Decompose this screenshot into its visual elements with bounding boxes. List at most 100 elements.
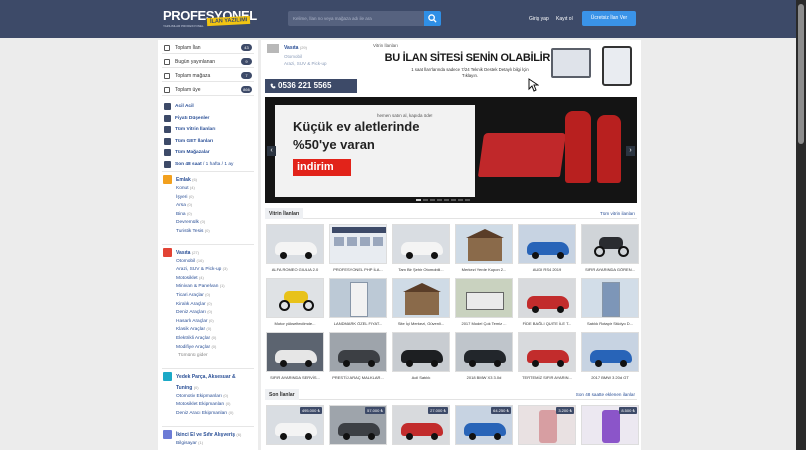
stat-row[interactable]: Toplam mağaza 7 <box>162 70 254 82</box>
listing-caption[interactable]: PROFESYONEL PHP İLA... <box>329 267 387 272</box>
scrollbar[interactable] <box>796 0 806 450</box>
category-header[interactable]: Yedek Parça, Aksesuar & <box>162 371 254 382</box>
listing-card[interactable]: LANDMARK ÖZEL FIYAT... <box>329 278 387 328</box>
all-showcase-link[interactable]: Tüm vitrin ilanları <box>600 211 635 216</box>
subcategory-link[interactable]: Konut (4) <box>176 185 195 191</box>
listing-thumb[interactable] <box>581 224 639 264</box>
listing-caption[interactable]: TERTEMİZ SIFIR AYARIN... <box>518 375 576 380</box>
listing-thumb[interactable] <box>581 332 639 372</box>
listing-thumb[interactable] <box>455 278 513 318</box>
quick-link[interactable]: Acil Acil <box>162 102 254 112</box>
search-button[interactable] <box>424 11 441 26</box>
ad-banner[interactable]: Vitrin İlanları BU İLAN SİTESİ SENİN OLA… <box>369 42 639 96</box>
listing-thumb[interactable] <box>329 332 387 372</box>
quick-link[interactable]: Son 48 saat / 1 hafta / 1 ay <box>162 160 254 170</box>
listing-card[interactable]: FİDE BAĞLI QUITE İLE T... <box>518 278 576 328</box>
listing-caption[interactable]: SIFIR AYARINDA SERVİS... <box>266 375 324 380</box>
promo-slider[interactable]: hemen satın al, kapıda öde! Küçük ev ale… <box>265 97 637 203</box>
listing-thumb[interactable] <box>581 278 639 318</box>
listing-thumb[interactable] <box>266 278 324 318</box>
listing-card[interactable]: ALFA ROMEO GIULIA 2.0 <box>266 224 324 274</box>
slider-prev-icon[interactable]: ‹ <box>267 146 276 156</box>
listing-card[interactable]: TERTEMİZ SIFIR AYARIN... <box>518 332 576 382</box>
subcategory-link[interactable]: Arsa (0) <box>176 202 192 208</box>
stat-row[interactable]: Toplam İlan 43 <box>162 42 254 54</box>
latest-listing-card[interactable]: 57.000 ₺ <box>329 405 387 450</box>
listing-thumb[interactable] <box>518 224 576 264</box>
latest-listing-card[interactable]: 8.500 ₺ <box>581 405 639 450</box>
listing-caption[interactable]: Acil Satılık <box>392 375 450 380</box>
subcategory-link[interactable]: Ticari Araçlar (0) <box>176 292 210 298</box>
listing-card[interactable]: Satılık Rotapir Stüdyo D... <box>581 278 639 328</box>
subcategory-link[interactable]: Kiralık Araçlar (0) <box>176 301 212 307</box>
subcategory-link[interactable]: Modifiye Araçlar (0) <box>176 344 216 350</box>
listing-caption[interactable]: SIFIR AYARINDA GÖREN... <box>581 267 639 272</box>
showcase-tab[interactable]: Vitrin İlanları <box>265 208 304 219</box>
category-header[interactable]: Vasıta (27) <box>162 247 254 258</box>
listing-card[interactable]: SIFIR AYARINDA SERVİS... <box>266 332 324 382</box>
register-link[interactable]: Kayıt ol <box>556 16 573 22</box>
listing-caption[interactable]: 2017 Model Çok Temiz ... <box>455 321 513 326</box>
latest-listing-card[interactable]: 27.000 ₺ <box>392 405 450 450</box>
listing-card[interactable]: PRESTİJ ARAÇ MALKLAR... <box>329 332 387 382</box>
slider-dots[interactable] <box>415 197 495 201</box>
listing-thumb[interactable] <box>329 278 387 318</box>
listing-caption[interactable]: Motor yükseltecilmde... <box>266 321 324 326</box>
listing-thumb[interactable] <box>392 332 450 372</box>
quick-link[interactable]: Tüm GET İlanları <box>162 137 254 147</box>
category-header-cont[interactable]: Tuning (0) <box>162 382 254 393</box>
listing-card[interactable]: Site İçi Merkezi, Güvenli... <box>392 278 450 328</box>
category-header[interactable]: İkinci El ve Sıfır Alışveriş (6) <box>162 429 254 440</box>
listing-card[interactable]: 2017 Model Çok Temiz ... <box>455 278 513 328</box>
latest-tab[interactable]: Son İlanlar <box>265 389 299 400</box>
listing-title[interactable]: Vasıta (29) <box>284 45 307 51</box>
listing-thumb[interactable] <box>455 332 513 372</box>
listing-thumb[interactable] <box>518 332 576 372</box>
listing-card[interactable]: AUDI RS4 2019 <box>518 224 576 274</box>
quick-link[interactable]: Tüm Mağazalar <box>162 148 254 158</box>
stat-row[interactable]: Toplam üye 866 <box>162 84 254 96</box>
listing-card[interactable]: 2018 BMW X3 3.0d <box>455 332 513 382</box>
latest-48h-link[interactable]: Son 48 saatte eklenen ilanlar <box>576 392 635 397</box>
subcategory-link[interactable]: Otomobil (16) <box>176 258 204 264</box>
subcategory-link[interactable]: Hasarlı Araçlar (0) <box>176 318 214 324</box>
category-header[interactable]: Emlak (6) <box>162 174 254 185</box>
quick-link[interactable]: Tüm Vitrin İlanları <box>162 125 254 135</box>
subcategory-link[interactable]: Deniz Aracı Ekipmanları (0) <box>176 410 233 416</box>
subcategory-link[interactable]: Minivan & Panelvan (1) <box>176 283 225 289</box>
subcategory-link[interactable]: Tümünü gider <box>178 352 208 358</box>
login-link[interactable]: Giriş yap <box>529 16 549 22</box>
latest-listing-card[interactable]: 64.250 ₺ <box>455 405 513 450</box>
quick-link[interactable]: Fiyatı Düşenler <box>162 114 254 124</box>
listing-thumb[interactable] <box>329 224 387 264</box>
listing-card[interactable]: Motor yükseltecilmde... <box>266 278 324 328</box>
subcategory-link[interactable]: Deniz Araçları (0) <box>176 309 212 315</box>
listing-thumb[interactable] <box>392 278 450 318</box>
listing-card[interactable]: Merkezi Yerde Kupon 2... <box>455 224 513 274</box>
subcategory-link[interactable]: Devremülk (0) <box>176 219 205 225</box>
listing-caption[interactable]: 2018 BMW X3 3.0d <box>455 375 513 380</box>
listing-caption[interactable]: Tam Bir Şehir Otomobili... <box>392 267 450 272</box>
subcategory-link[interactable]: Otomotiv Ekipmanları (0) <box>176 393 228 399</box>
slider-next-icon[interactable]: › <box>626 146 635 156</box>
listing-thumb[interactable] <box>392 224 450 264</box>
subcategory-link[interactable]: Motosiklet (4) <box>176 275 204 281</box>
subcategory-link[interactable]: Klasik Araçlar (0) <box>176 326 211 332</box>
latest-listing-card[interactable]: 495.000 ₺ <box>266 405 324 450</box>
listing-caption[interactable]: LANDMARK ÖZEL FIYAT... <box>329 321 387 326</box>
listing-thumb[interactable] <box>266 332 324 372</box>
subcategory-link[interactable]: İşyeri (0) <box>176 194 194 200</box>
scrollbar-thumb[interactable] <box>798 4 804 144</box>
subcategory-link[interactable]: Turistik Tesis (0) <box>176 228 210 234</box>
listing-card[interactable]: SIFIR AYARINDA GÖREN... <box>581 224 639 274</box>
subcategory-link[interactable]: Elektrikli Araçlar (0) <box>176 335 216 341</box>
listing-thumb[interactable] <box>518 278 576 318</box>
listing-caption[interactable]: Site İçi Merkezi, Güvenli... <box>392 321 450 326</box>
subcategory-link[interactable]: Bina (0) <box>176 211 192 217</box>
search-input[interactable]: Kelime, İlan no veya mağaza adı ile ara <box>288 11 424 26</box>
listing-caption[interactable]: ALFA ROMEO GIULIA 2.0 <box>266 267 324 272</box>
listing-card[interactable]: Tam Bir Şehir Otomobili... <box>392 224 450 274</box>
listing-caption[interactable]: AUDI RS4 2019 <box>518 267 576 272</box>
listing-card[interactable]: PROFESYONEL PHP İLA... <box>329 224 387 274</box>
latest-listing-card[interactable]: 3.200 ₺ <box>518 405 576 450</box>
